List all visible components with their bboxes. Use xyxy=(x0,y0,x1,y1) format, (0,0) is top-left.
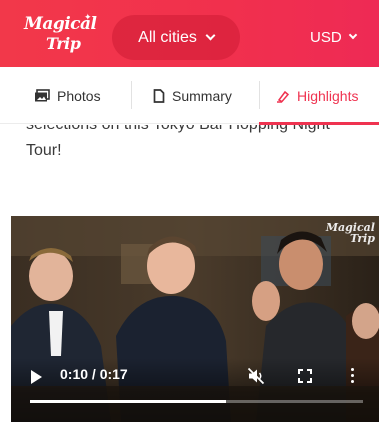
description-text: selections on this Tokyo Bar Hopping Nig… xyxy=(26,125,366,164)
photos-icon xyxy=(35,88,50,101)
highlights-icon xyxy=(277,90,290,103)
section-tabs: Photos Summary Highlights xyxy=(0,67,379,124)
tab-photos[interactable]: Photos xyxy=(34,67,101,124)
currency-label: USD xyxy=(310,28,342,46)
chevron-down-icon xyxy=(348,30,357,40)
city-selector-button[interactable]: All cities xyxy=(112,15,240,60)
video-progress-fill xyxy=(30,400,227,403)
chevron-down-icon xyxy=(205,30,216,41)
video-time-display: 0:10 / 0:17 xyxy=(60,366,128,382)
summary-icon xyxy=(153,88,165,103)
description-line: Tour! xyxy=(26,142,62,159)
tab-highlights-label: Highlights xyxy=(297,87,359,104)
description-section: selections on this Tokyo Bar Hopping Nig… xyxy=(0,125,379,170)
tab-photos-label: Photos xyxy=(57,87,101,104)
more-options-icon[interactable] xyxy=(351,368,355,384)
currency-selector-button[interactable]: USD xyxy=(310,26,357,48)
video-player[interactable]: Magical Trip 0:10 / 0:17 xyxy=(11,216,379,422)
video-progress-track[interactable] xyxy=(30,400,363,403)
app-header: Magical ✦ Trip All cities USD xyxy=(0,0,379,67)
tab-divider xyxy=(259,81,260,109)
tab-divider xyxy=(131,81,132,109)
magical-trip-logo[interactable]: Magical ✦ Trip xyxy=(24,12,98,54)
tab-highlights[interactable]: Highlights xyxy=(276,67,358,124)
muted-speaker-icon[interactable] xyxy=(247,367,265,385)
description-line: selections on this Tokyo Bar Hopping Nig… xyxy=(26,125,366,138)
city-selector-label: All cities xyxy=(138,28,197,46)
tab-summary-label: Summary xyxy=(172,87,232,104)
tab-summary[interactable]: Summary xyxy=(153,67,232,124)
video-watermark-logo: Magical Trip xyxy=(326,222,375,244)
logo-text-trip: Trip xyxy=(46,34,81,53)
logo-star-icon: ✦ xyxy=(84,12,92,22)
play-icon[interactable] xyxy=(31,370,42,384)
watermark-text: Trip xyxy=(349,232,375,245)
fullscreen-icon[interactable] xyxy=(298,369,312,383)
